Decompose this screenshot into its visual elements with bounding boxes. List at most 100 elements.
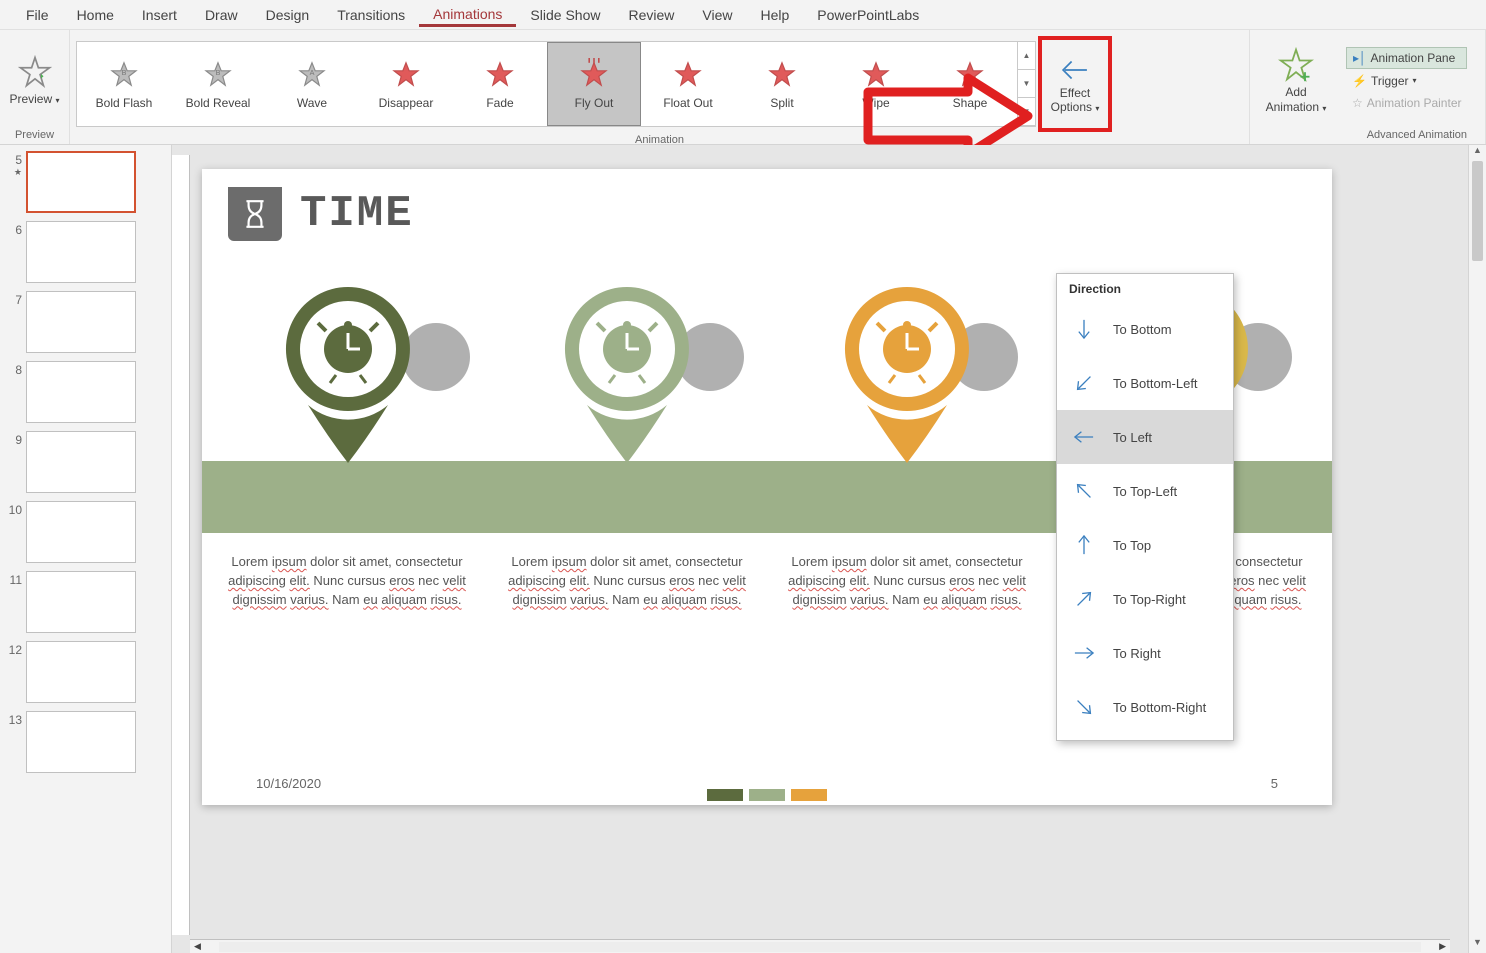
animation-bold-flash[interactable]: BBold Flash xyxy=(77,42,171,126)
direction-to-bottom[interactable]: To Bottom xyxy=(1057,302,1233,356)
gallery-more-button[interactable]: ▼ xyxy=(1018,98,1035,126)
arrow-icon xyxy=(1071,640,1097,666)
tab-slideshow[interactable]: Slide Show xyxy=(516,3,614,27)
direction-to-top[interactable]: To Top xyxy=(1057,518,1233,572)
animation-painter-label: Animation Painter xyxy=(1367,96,1462,110)
text-column-3[interactable]: Lorem ipsum dolor sit amet, consectetur … xyxy=(774,553,1040,610)
scroll-down-button[interactable]: ▼ xyxy=(1469,937,1486,953)
slide-thumb-7[interactable]: 7 xyxy=(4,291,167,353)
direction-dropdown: Direction To BottomTo Bottom-LeftTo Left… xyxy=(1056,273,1234,741)
animation-float-out[interactable]: Float Out xyxy=(641,42,735,126)
animation-wave[interactable]: AWave xyxy=(265,42,359,126)
tab-file[interactable]: File xyxy=(12,3,63,27)
direction-to-left[interactable]: To Left xyxy=(1057,410,1233,464)
advanced-group-title: Advanced Animation xyxy=(1250,129,1485,144)
effect-options-button[interactable]: EffectOptions ▾ xyxy=(1038,36,1112,132)
slide-thumb-12[interactable]: 12 xyxy=(4,641,167,703)
scroll-thumb[interactable] xyxy=(1472,161,1483,261)
gallery-down-button[interactable]: ▼ xyxy=(1018,70,1035,98)
arrow-icon xyxy=(1071,532,1097,558)
slide-thumb-9[interactable]: 9 xyxy=(4,431,167,493)
effect-options-label-2: Options xyxy=(1051,100,1092,114)
painter-icon: ☆ xyxy=(1352,96,1363,110)
trigger-button[interactable]: ⚡Trigger ▾ xyxy=(1346,71,1467,91)
slide-number: 5 xyxy=(1271,776,1278,791)
timeline-pin-2[interactable] xyxy=(547,277,707,467)
animation-fade[interactable]: Fade xyxy=(453,42,547,126)
slide-title[interactable]: TIME xyxy=(300,189,414,239)
scroll-left-button[interactable]: ◀ xyxy=(190,941,205,952)
add-animation-label-1: Add xyxy=(1285,85,1306,99)
animation-pane-button[interactable]: ▸│Animation Pane xyxy=(1346,47,1467,69)
animation-split[interactable]: Split xyxy=(735,42,829,126)
animation-painter-button[interactable]: ☆ Animation Painter xyxy=(1346,93,1467,113)
scroll-up-button[interactable]: ▲ xyxy=(1469,145,1486,161)
arrow-icon xyxy=(1071,586,1097,612)
animation-pane-label: Animation Pane xyxy=(1371,51,1456,65)
tab-home[interactable]: Home xyxy=(63,3,128,27)
gallery-up-button[interactable]: ▲ xyxy=(1018,42,1035,70)
slide-thumb-11[interactable]: 11 xyxy=(4,571,167,633)
arrow-icon xyxy=(1071,694,1097,720)
slide-thumb-8[interactable]: 8 xyxy=(4,361,167,423)
tab-design[interactable]: Design xyxy=(252,3,324,27)
text-column-1[interactable]: Lorem ipsum dolor sit amet, consectetur … xyxy=(214,553,480,610)
add-animation-label-2: Animation xyxy=(1266,100,1319,114)
trigger-label: Trigger xyxy=(1371,74,1409,88)
tab-view[interactable]: View xyxy=(688,3,746,27)
arrow-icon xyxy=(1071,316,1097,342)
slide-date: 10/16/2020 xyxy=(256,776,321,791)
menu-bar: File Home Insert Draw Design Transitions… xyxy=(0,0,1486,30)
arrow-icon xyxy=(1071,424,1097,450)
add-animation-button[interactable]: AddAnimation ▾ xyxy=(1256,36,1336,124)
direction-to-bottom-right[interactable]: To Bottom-Right xyxy=(1057,680,1233,734)
workspace: 5★ 6 7 8 9 10 11 12 13 TIME Lorem ipsum dolor si… xyxy=(0,145,1486,953)
preview-button[interactable]: Preview ▾ xyxy=(6,36,63,124)
tab-animations[interactable]: Animations xyxy=(419,2,516,27)
tab-draw[interactable]: Draw xyxy=(191,3,252,27)
tab-insert[interactable]: Insert xyxy=(128,3,191,27)
slide-thumb-13[interactable]: 13 xyxy=(4,711,167,773)
direction-to-right[interactable]: To Right xyxy=(1057,626,1233,680)
direction-header: Direction xyxy=(1057,274,1233,302)
preview-group-title: Preview xyxy=(0,129,69,144)
slide-editor[interactable]: TIME Lorem ipsum dolor sit amet, consect… xyxy=(172,145,1468,953)
animation-shape[interactable]: Shape xyxy=(923,42,1017,126)
color-tabs xyxy=(707,789,827,801)
arrow-icon xyxy=(1071,478,1097,504)
animation-fly-out[interactable]: Fly Out xyxy=(547,42,641,126)
direction-to-top-left[interactable]: To Top-Left xyxy=(1057,464,1233,518)
vertical-scrollbar[interactable]: ▲ ▼ xyxy=(1468,145,1486,953)
timeline-pin-1[interactable] xyxy=(268,277,428,467)
preview-star-icon xyxy=(18,52,52,92)
direction-to-top-right[interactable]: To Top-Right xyxy=(1057,572,1233,626)
slide-thumb-6[interactable]: 6 xyxy=(4,221,167,283)
animation-wipe[interactable]: Wipe xyxy=(829,42,923,126)
slide-thumb-5[interactable]: 5★ xyxy=(4,151,167,213)
vertical-ruler xyxy=(172,155,190,935)
timeline-pin-3[interactable] xyxy=(827,277,987,467)
slide-thumb-10[interactable]: 10 xyxy=(4,501,167,563)
hourglass-icon xyxy=(228,187,282,241)
animation-bold-reveal[interactable]: BBold Reveal xyxy=(171,42,265,126)
tab-review[interactable]: Review xyxy=(614,3,688,27)
arrow-icon xyxy=(1071,370,1097,396)
ribbon: Preview ▾ Preview BBold FlashBBold Revea… xyxy=(0,30,1486,145)
svg-text:B: B xyxy=(216,68,221,77)
effect-options-label-1: Effect xyxy=(1060,86,1090,100)
preview-label: Preview xyxy=(9,92,52,106)
slide-thumbnails-panel[interactable]: 5★ 6 7 8 9 10 11 12 13 xyxy=(0,145,172,953)
scroll-right-button[interactable]: ▶ xyxy=(1435,941,1450,952)
add-animation-icon xyxy=(1278,45,1314,85)
tab-transitions[interactable]: Transitions xyxy=(323,3,419,27)
text-column-2[interactable]: Lorem ipsum dolor sit amet, consectetur … xyxy=(494,553,760,610)
direction-to-bottom-left[interactable]: To Bottom-Left xyxy=(1057,356,1233,410)
animation-gallery: BBold FlashBBold RevealAWaveDisappearFad… xyxy=(76,41,1036,127)
horizontal-scrollbar[interactable]: ◀ ▶ xyxy=(190,939,1450,953)
tab-powerpointlabs[interactable]: PowerPointLabs xyxy=(803,3,933,27)
tab-help[interactable]: Help xyxy=(746,3,803,27)
svg-text:A: A xyxy=(310,68,315,77)
animation-disappear[interactable]: Disappear xyxy=(359,42,453,126)
trigger-icon: ⚡ xyxy=(1352,74,1367,88)
arrow-left-icon xyxy=(1058,53,1092,87)
